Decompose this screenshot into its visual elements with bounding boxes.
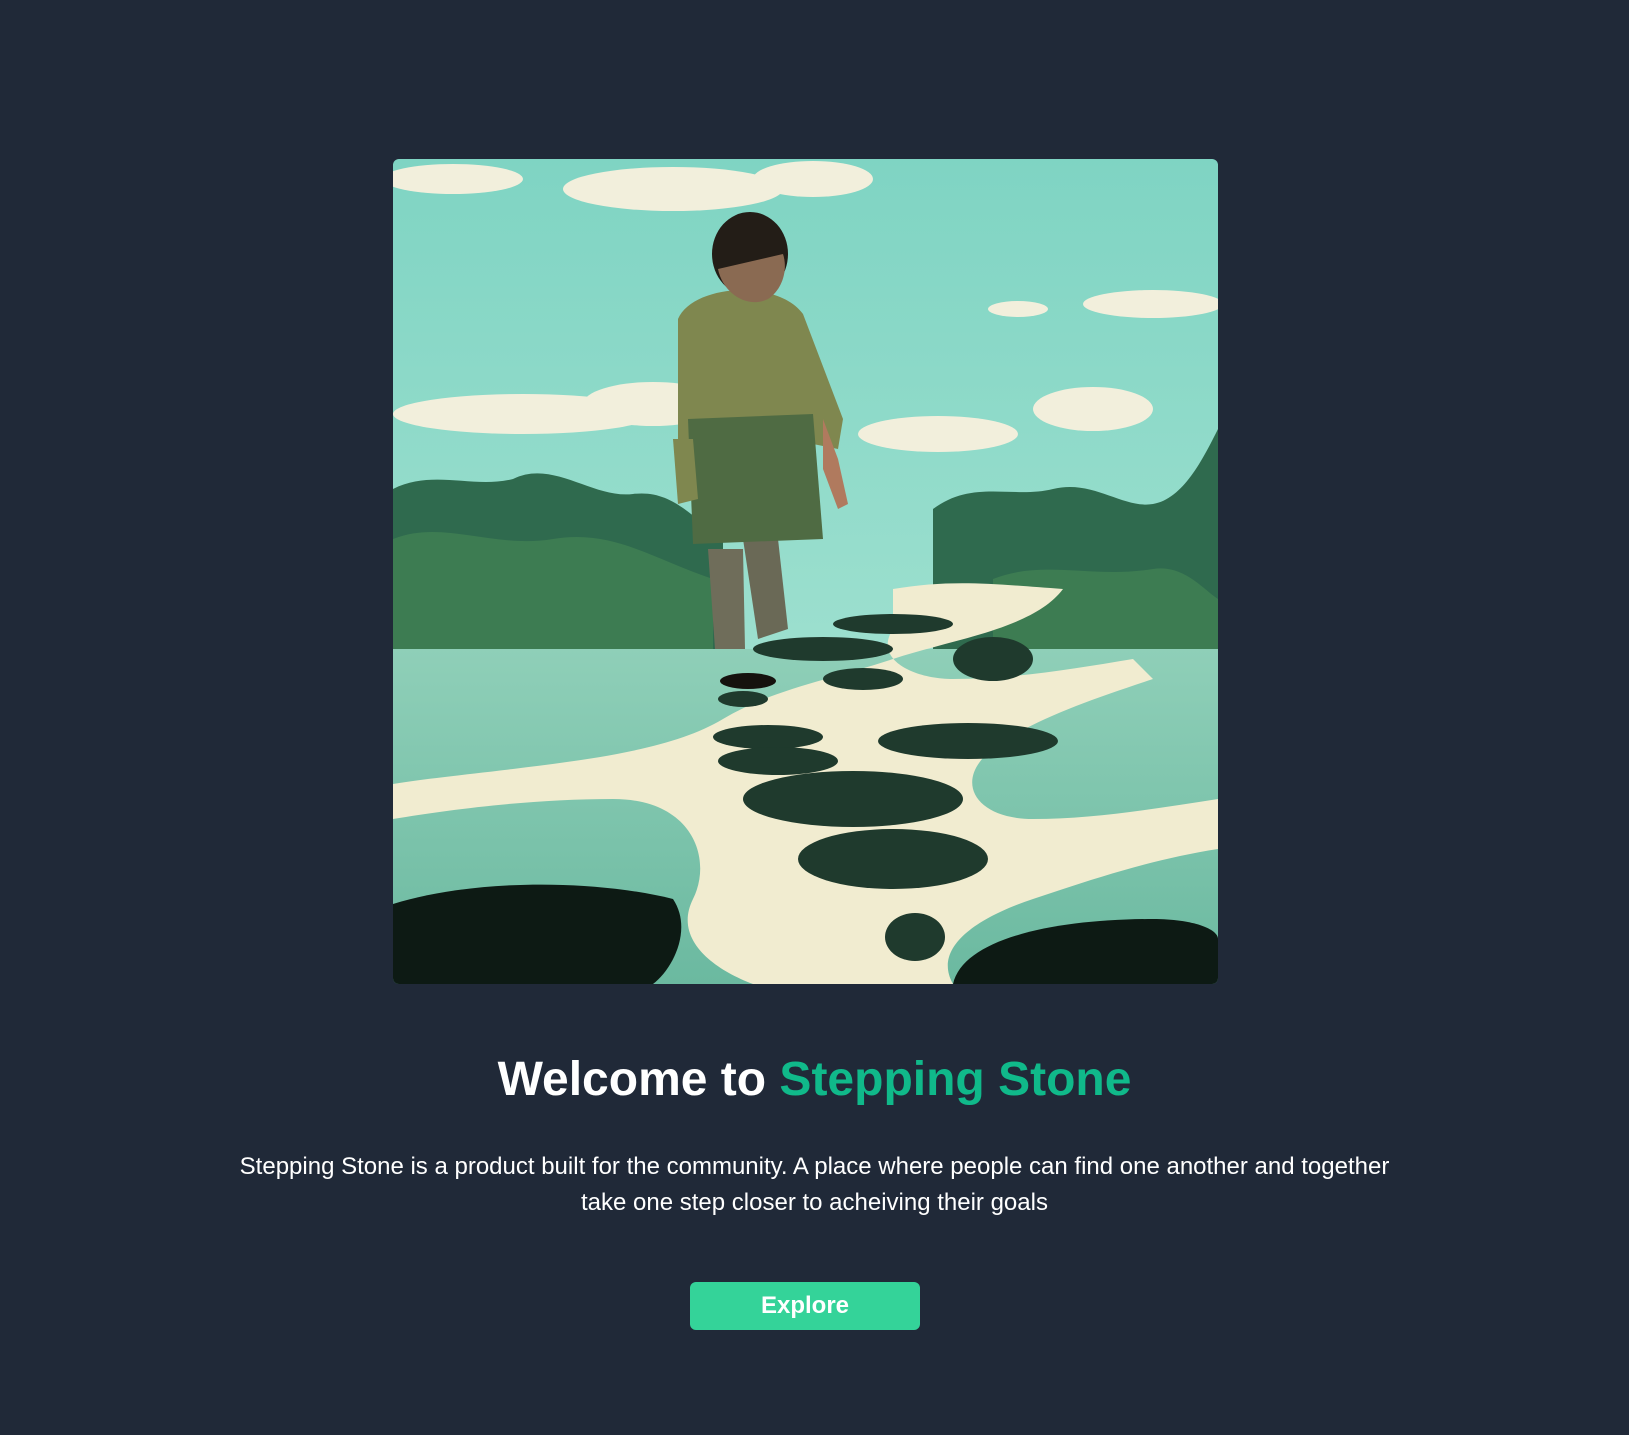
headline-prefix: Welcome to xyxy=(497,1053,780,1106)
stepping-stones-illustration xyxy=(393,159,1218,984)
explore-button[interactable]: Explore xyxy=(690,1282,920,1330)
page-title: Welcome to Stepping Stone xyxy=(0,1052,1629,1108)
product-description: Stepping Stone is a product built for th… xyxy=(239,1153,1390,1216)
brand-name: Stepping Stone xyxy=(779,1053,1132,1106)
hero-image xyxy=(393,159,1218,984)
